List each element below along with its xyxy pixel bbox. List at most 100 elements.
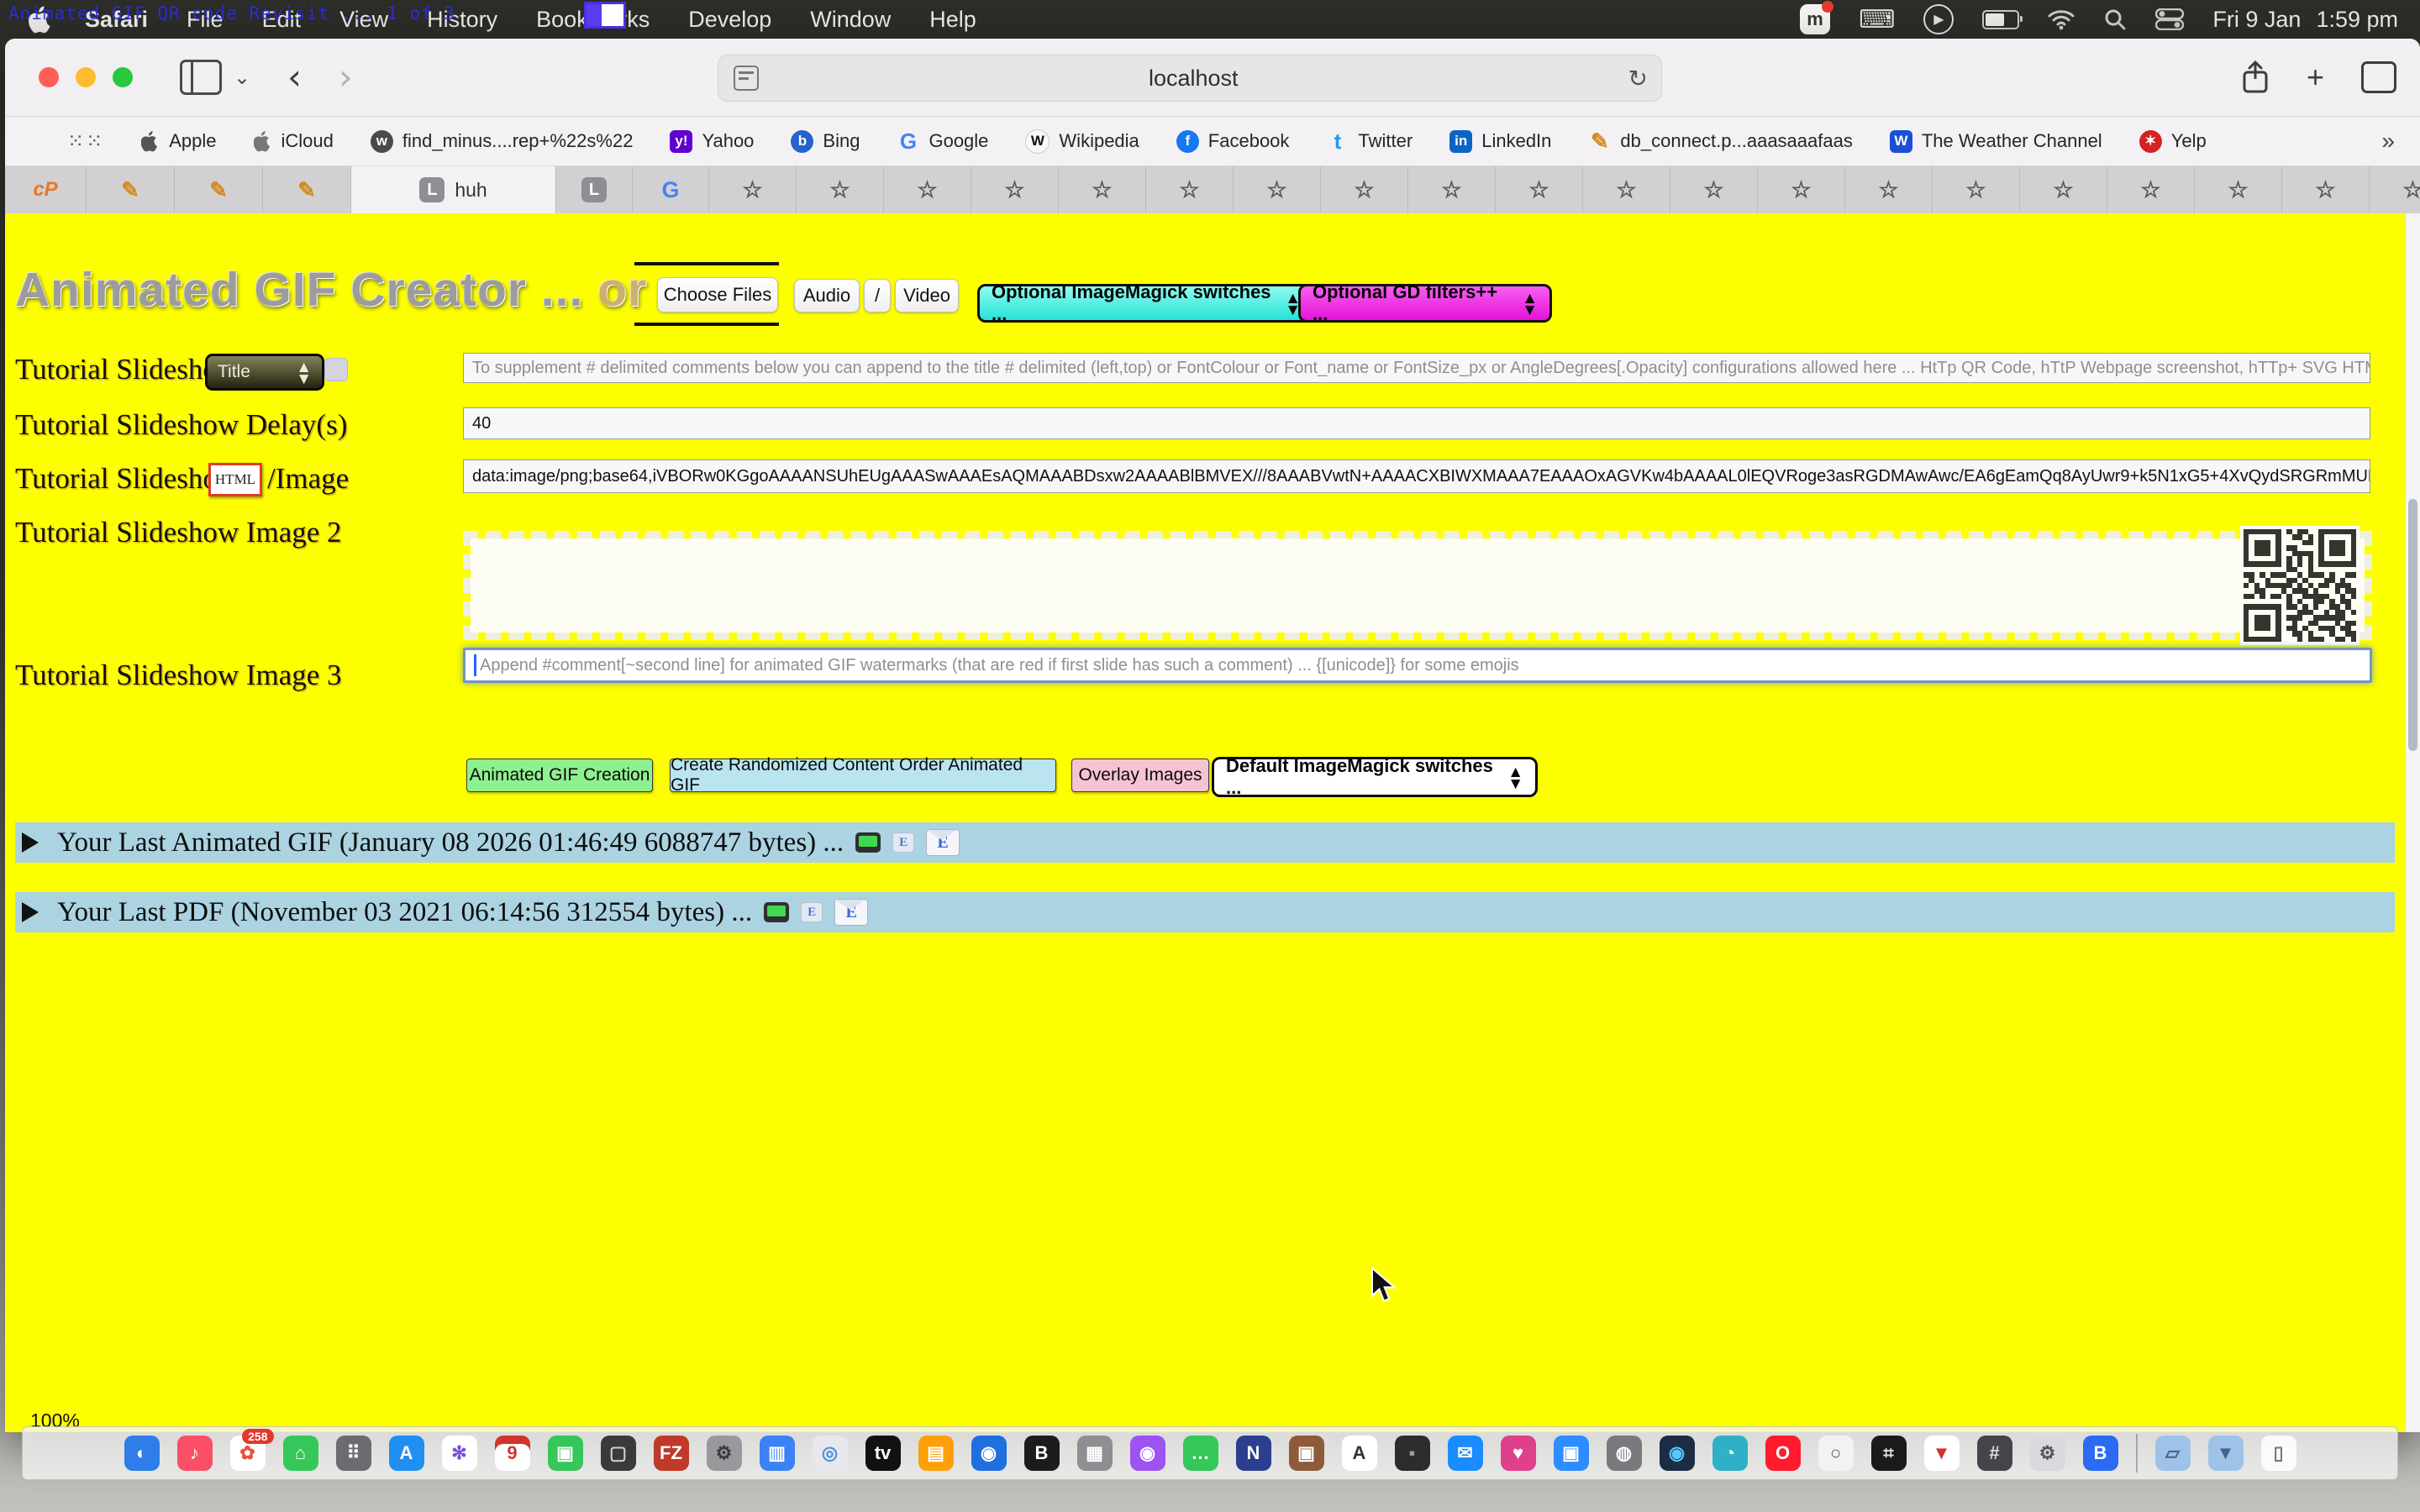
dock-item-filezilla[interactable]: FZ	[654, 1436, 689, 1471]
tab-star[interactable]: ☆	[1583, 166, 1670, 213]
dock-item-home[interactable]: ⌂	[283, 1436, 318, 1471]
bookmark-item[interactable]: GGoogle	[897, 130, 988, 153]
dock-item-zoom[interactable]: ▣	[1554, 1436, 1589, 1471]
playback-icon[interactable]: ▶	[1923, 4, 1954, 34]
tab-pencil[interactable]: ✎	[175, 166, 263, 213]
tab-overview-icon[interactable]	[2361, 61, 2396, 93]
tab-active-huh[interactable]: Lhuh	[351, 166, 556, 213]
bookmark-item[interactable]: ✎db_connect.p...aaasaaafaas	[1588, 130, 1852, 153]
tab-star[interactable]: ☆	[709, 166, 797, 213]
default-imagemagick-select[interactable]: Default ImageMagick switches ... ▲▼	[1212, 757, 1538, 797]
tab-pencil[interactable]: ✎	[87, 166, 175, 213]
dock-item-opera[interactable]: O	[1765, 1436, 1801, 1471]
page-settings-icon[interactable]	[734, 66, 759, 91]
dock-item-black-app[interactable]: ⌗	[1871, 1436, 1907, 1471]
share-icon[interactable]	[2241, 60, 2270, 94]
title-checkbox[interactable]	[324, 358, 348, 381]
dock-item-blue-app[interactable]: ◉	[971, 1436, 1007, 1471]
dock-item-folder[interactable]: ▱	[2155, 1436, 2191, 1471]
tab-star[interactable]: ☆	[2282, 166, 2370, 213]
dock-item-system-settings[interactable]: ⚙	[707, 1436, 742, 1471]
bookmark-item[interactable]: WWikipedia	[1025, 129, 1139, 154]
bookmark-item[interactable]: ✶Yelp	[2139, 130, 2207, 153]
bookmark-item[interactable]: iCloud	[254, 130, 334, 152]
dock-item-maps[interactable]: ▼	[1924, 1436, 1960, 1471]
dock-item-app-store[interactable]: A	[389, 1436, 424, 1471]
tab-star[interactable]: ☆	[2195, 166, 2282, 213]
address-bar[interactable]: localhost ↻	[718, 55, 1662, 102]
dock-item-launchpad[interactable]: ⠿	[336, 1436, 371, 1471]
scrollbar-thumb[interactable]	[2408, 499, 2417, 751]
minimize-window-button[interactable]	[76, 67, 96, 87]
menubar-item[interactable]: Develop	[669, 7, 791, 33]
tab-star[interactable]: ☆	[1758, 166, 1845, 213]
dock-item-gear-app[interactable]: ⚙	[2030, 1436, 2065, 1471]
bookmark-item[interactable]: inLinkedIn	[1449, 130, 1551, 153]
keyboard-input-icon[interactable]: ⌨	[1859, 5, 1895, 34]
tab-star[interactable]: ☆	[1146, 166, 1234, 213]
dock-item-facetime[interactable]: ▣	[548, 1436, 583, 1471]
overlay-images-button[interactable]: Overlay Images	[1071, 759, 1209, 792]
audio-button[interactable]: Audio	[794, 279, 860, 312]
image3-watermark-input[interactable]: Append #comment[~second line] for animat…	[463, 648, 2372, 683]
status-app-icon[interactable]: m	[1800, 4, 1830, 34]
tab-star[interactable]: ☆	[1670, 166, 1758, 213]
wifi-icon[interactable]	[2048, 8, 2075, 30]
spotlight-search-icon[interactable]	[2103, 8, 2127, 31]
tab-star[interactable]: ☆	[1234, 166, 1321, 213]
tab-star[interactable]: ☆	[1059, 166, 1146, 213]
bookmark-item[interactable]: y!Yahoo	[670, 130, 754, 153]
tab-star[interactable]: ☆	[2020, 166, 2107, 213]
dock-item-music[interactable]: ♪	[177, 1436, 213, 1471]
dock-item-photo-booth[interactable]: ▢	[601, 1436, 636, 1471]
delay-input[interactable]: 40	[463, 407, 2370, 439]
zoom-window-button[interactable]	[113, 67, 133, 87]
tab-star[interactable]: ☆	[797, 166, 884, 213]
gif-preview-icon[interactable]	[764, 902, 789, 922]
disclosure-triangle-icon[interactable]	[22, 832, 39, 853]
dock-item-finder[interactable]: ◐	[124, 1436, 160, 1471]
dock-item-slate-app[interactable]: #	[1977, 1436, 2012, 1471]
dock-item-bluetooth[interactable]: B	[2083, 1436, 2118, 1471]
dock-item-messages[interactable]: …	[1183, 1436, 1218, 1471]
tab-cp[interactable]: cP	[5, 166, 87, 213]
envelope-e-icon[interactable]: E	[834, 899, 868, 926]
title-type-select[interactable]: Title ▲▼	[205, 354, 324, 391]
tab-star[interactable]: ☆	[884, 166, 971, 213]
dock-item-teal-app[interactable]: ◔	[1712, 1436, 1748, 1471]
small-e-icon[interactable]: E	[801, 902, 823, 922]
dock-item-mail[interactable]: ✉	[1448, 1436, 1483, 1471]
tab-star[interactable]: ☆	[1321, 166, 1408, 213]
bookmark-item[interactable]: bBing	[791, 130, 860, 153]
favorites-grid-icon[interactable]: ⁙⁙	[67, 129, 104, 154]
randomized-order-button[interactable]: Create Randomized Content Order Animated…	[670, 759, 1056, 792]
bookmark-item[interactable]: wfind_minus....rep+%22s%22	[371, 130, 634, 153]
dock-item-preview[interactable]: ◎	[813, 1436, 848, 1471]
dock-item-books[interactable]: ▤	[918, 1436, 954, 1471]
tab-G[interactable]: G	[633, 166, 709, 213]
close-window-button[interactable]	[39, 67, 59, 87]
tab-L[interactable]: L	[556, 166, 633, 213]
dock-item-podcasts[interactable]: ◉	[1130, 1436, 1165, 1471]
choose-files-button[interactable]: Choose Files	[657, 277, 778, 312]
tab-star[interactable]: ☆	[971, 166, 1059, 213]
url-text[interactable]: localhost	[759, 66, 1628, 92]
dock-item-calendar[interactable]: 9	[495, 1436, 530, 1471]
dock-item-bear[interactable]: B	[1024, 1436, 1060, 1471]
battery-icon[interactable]	[1982, 10, 2019, 29]
video-button[interactable]: Video	[895, 279, 959, 312]
forward-button[interactable]: ›	[339, 60, 353, 94]
menubar-item[interactable]: Help	[910, 7, 996, 33]
bookmarks-overflow-chevron[interactable]: »	[2381, 128, 2420, 155]
last-animated-gif-bar[interactable]: Your Last Animated GIF (January 08 2026 …	[15, 822, 2395, 863]
menubar-clock[interactable]: Fri 9 Jan1:59 pm	[2212, 7, 2398, 33]
sidebar-toggle-icon[interactable]	[180, 60, 222, 95]
tab-star[interactable]: ☆	[1408, 166, 1496, 213]
back-button[interactable]: ‹	[287, 60, 302, 94]
disclosure-triangle-icon[interactable]	[22, 902, 39, 922]
chevron-down-icon[interactable]: ⌄	[234, 66, 250, 90]
dock-item-gray-app[interactable]: ▦	[1077, 1436, 1113, 1471]
dock-item-apple-tv[interactable]: tv	[865, 1436, 901, 1471]
tab-star[interactable]: ☆	[2370, 166, 2420, 213]
menubar-item[interactable]: Window	[791, 7, 910, 33]
